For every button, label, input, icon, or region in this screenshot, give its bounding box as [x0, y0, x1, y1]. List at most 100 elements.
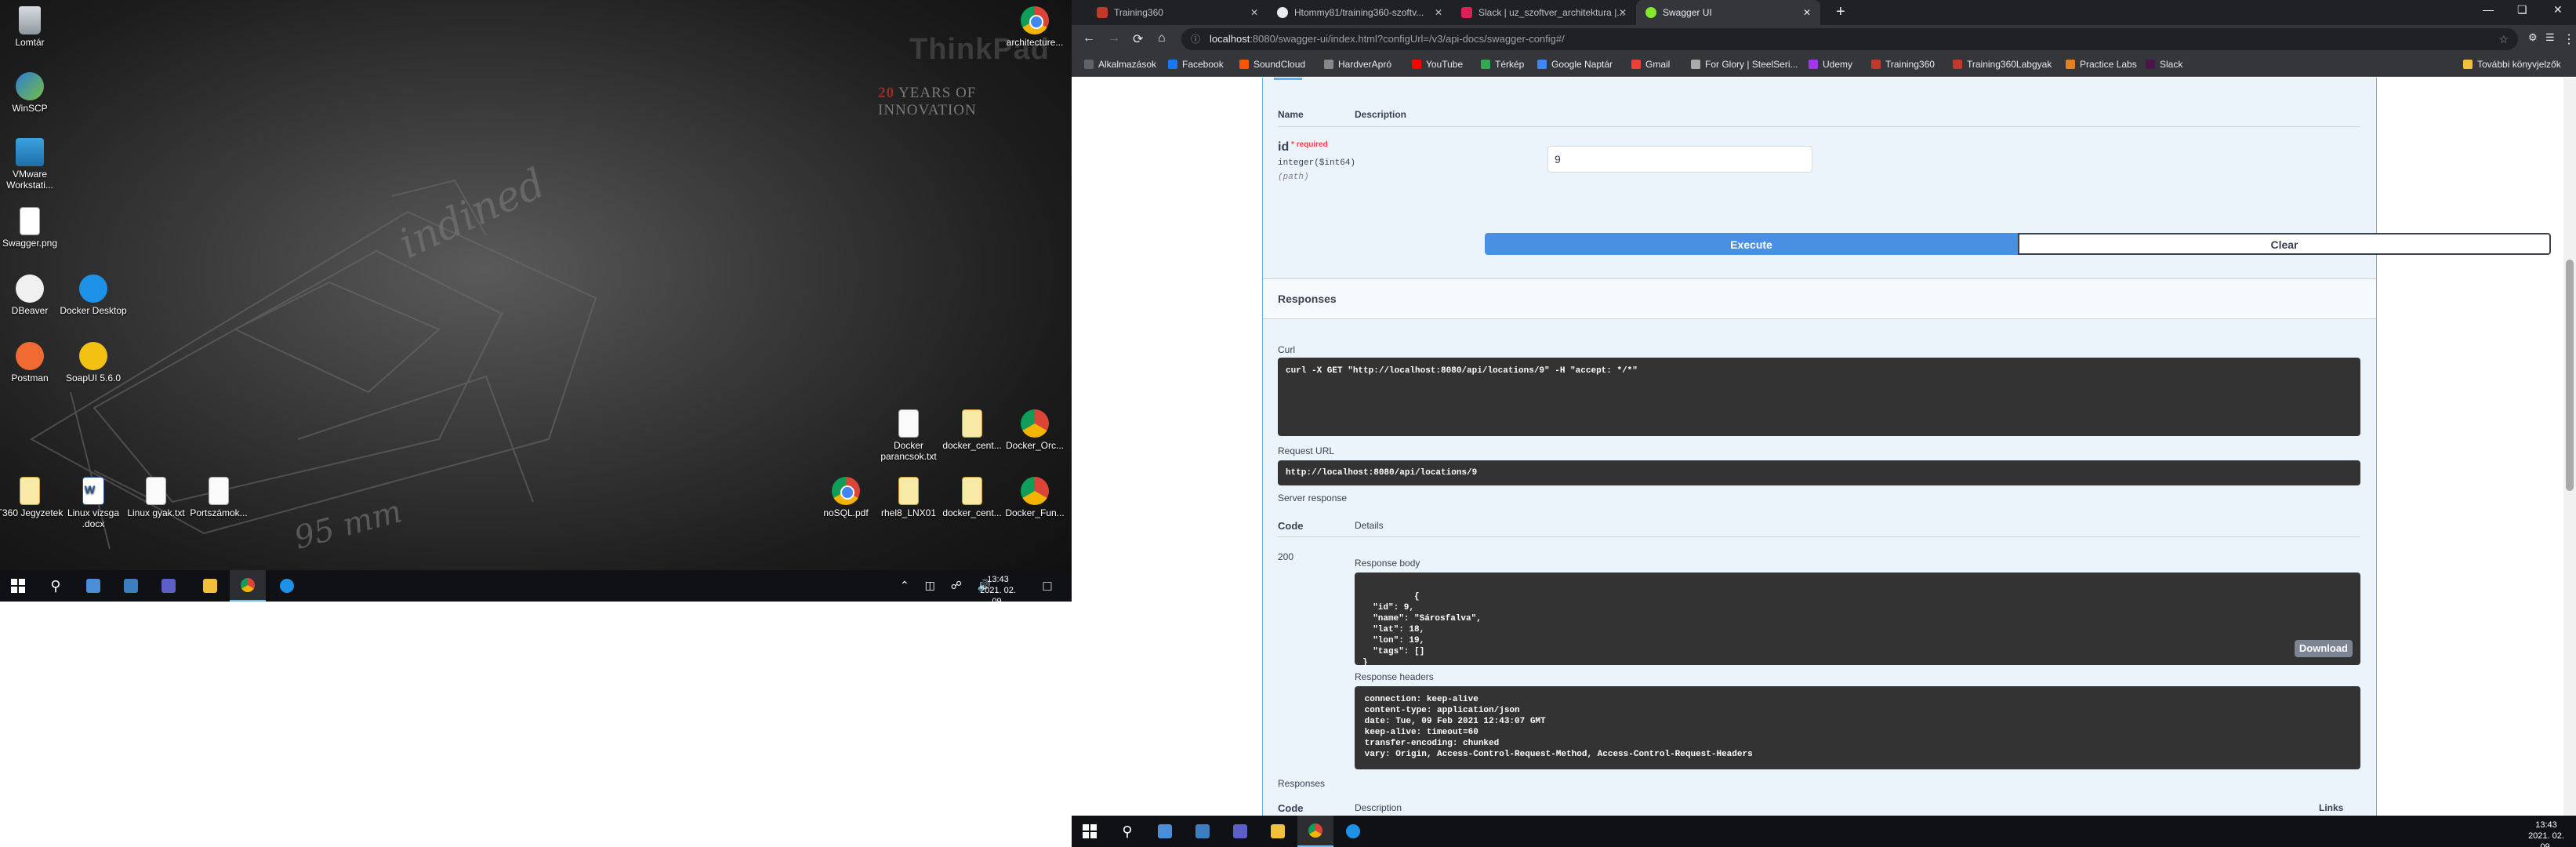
desktop-icon-docker-cent-2[interactable]: docker_cent... — [937, 477, 1007, 518]
left-desktop: indined 95 mm ThinkPad 20 YEARS OF INNOV… — [0, 0, 1072, 602]
tab-slack[interactable]: Slack | uz_szoftver_architektura |... ✕ — [1452, 0, 1636, 25]
practice-labs-icon — [2066, 60, 2075, 69]
search-button[interactable]: ⚲ — [38, 570, 74, 602]
taskbar-docker[interactable] — [1335, 816, 1371, 847]
desktop-icon-winscp[interactable]: WinSCP — [0, 72, 65, 114]
forward-button[interactable]: → — [1108, 31, 1120, 45]
desktop-icon-nosql[interactable]: noSQL.pdf — [811, 477, 881, 518]
docker-icon — [1346, 824, 1360, 838]
taskbar-docker[interactable] — [269, 570, 305, 602]
taskbar-teams[interactable] — [1222, 816, 1258, 847]
desktop-icon-docker-orc[interactable]: Docker_Orc... — [1000, 409, 1070, 451]
desktop-icon-architecture[interactable]: architecture... — [1000, 6, 1070, 48]
bookmark-item[interactable]: SoundCloud — [1239, 59, 1305, 70]
bookmark-item[interactable]: For Glory | SteelSeri... — [1691, 59, 1798, 70]
taskbar-app-2[interactable] — [1185, 816, 1221, 847]
desktop-icon-linux-gyak[interactable]: Linux gyak.txt — [121, 477, 191, 518]
clear-button[interactable]: Clear — [2018, 233, 2551, 255]
address-bar[interactable]: ⓘ localhost:8080/swagger-ui/index.html?c… — [1181, 28, 2518, 50]
postman-icon — [16, 342, 44, 370]
search-icon: ⚲ — [50, 577, 61, 594]
notes-file-icon — [898, 477, 919, 505]
bookmark-star-icon[interactable]: ☆ — [2498, 28, 2509, 50]
taskbar-explorer[interactable] — [192, 570, 228, 602]
info-icon[interactable]: ⓘ — [1191, 28, 1200, 50]
desktop-icon-dbeaver[interactable]: DBeaver — [0, 274, 65, 316]
bookmark-item[interactable]: Training360 — [1871, 59, 1935, 70]
extensions-icon[interactable]: ⚙ — [2528, 31, 2538, 44]
close-icon[interactable]: ✕ — [1250, 7, 1258, 18]
response-headers[interactable]: connection: keep-alive content-type: app… — [1355, 686, 2360, 769]
browser-toolbar: ← → ⟳ ⌂ ⓘ localhost:8080/swagger-ui/inde… — [1072, 25, 2576, 53]
new-tab-button[interactable]: + — [1836, 3, 1845, 21]
scrollbar-thumb[interactable] — [2566, 260, 2574, 491]
taskbar-teams[interactable] — [151, 570, 187, 602]
tab-swagger[interactable]: Swagger UI ✕ — [1636, 0, 1820, 25]
desktop-icon-recycle-bin[interactable]: Lomtár — [0, 6, 65, 48]
response-body[interactable]: { "id": 9, "name": "Sárosfalva", "lat": … — [1355, 573, 2360, 667]
bookmark-item[interactable]: HardverApró — [1324, 59, 1391, 70]
desktop-icon-docker-parancsok[interactable]: Docker parancsok.txt — [873, 409, 944, 462]
params-header-description: Description — [1355, 109, 1407, 120]
desktop-icon-rhel8[interactable]: rhel8_LNX01 — [873, 477, 944, 518]
tab-training360[interactable]: Training360 ✕ — [1087, 0, 1268, 25]
bookmark-item[interactable]: Facebook — [1168, 59, 1224, 70]
reload-button[interactable]: ⟳ — [1133, 31, 1143, 47]
bookmark-item[interactable]: Térkép — [1481, 59, 1524, 70]
desktop-icon-t360-notes[interactable]: T360 Jegyzetek — [0, 477, 65, 518]
minimize-button[interactable]: — — [2483, 3, 2494, 16]
description-header-2: Description — [1355, 802, 1402, 813]
desktop-icon-portszamok[interactable]: Portszámok... — [183, 477, 254, 518]
desktop-icon-swagger-png[interactable]: Swagger.png — [0, 207, 65, 249]
bookmark-item[interactable]: Gmail — [1631, 59, 1670, 70]
tab-github[interactable]: Htommy81/training360-szoftv... ✕ — [1268, 0, 1452, 25]
curl-code[interactable]: curl -X GET "http://localhost:8080/api/l… — [1278, 358, 2360, 436]
download-button[interactable]: Download — [2294, 640, 2353, 657]
taskbar-clock[interactable]: 13:43 2021. 02. 09. — [974, 574, 1021, 602]
hardverapro-icon — [1324, 60, 1333, 69]
taskbar-explorer[interactable] — [1260, 816, 1296, 847]
windows-icon — [1083, 824, 1097, 838]
taskbar-chrome[interactable] — [230, 570, 266, 602]
taskbar-app-1[interactable] — [75, 570, 111, 602]
bookmark-item[interactable]: Practice Labs — [2066, 59, 2137, 70]
close-icon[interactable]: ✕ — [1619, 7, 1627, 18]
close-icon[interactable]: ✕ — [1803, 7, 1811, 18]
taskbar-app-1[interactable] — [1147, 816, 1183, 847]
bookmark-item[interactable]: YouTube — [1412, 59, 1463, 70]
page-scrollbar[interactable] — [2563, 78, 2576, 816]
links-header: Links — [2319, 802, 2344, 813]
taskbar-chrome[interactable] — [1297, 816, 1333, 847]
desktop-icon-vmware[interactable]: VMware Workstati... — [0, 138, 65, 191]
other-bookmarks[interactable]: További könyvjelzők — [2463, 59, 2561, 70]
desktop-icon-postman[interactable]: Postman — [0, 342, 65, 384]
close-icon[interactable]: ✕ — [1435, 7, 1442, 18]
reading-list-icon[interactable]: ☰ — [2545, 31, 2555, 44]
details-header: Details — [1355, 520, 1384, 531]
maximize-button[interactable]: ❏ — [2517, 3, 2527, 16]
bookmark-item[interactable]: Alkalmazások — [1084, 59, 1156, 70]
taskbar-app-2[interactable] — [113, 570, 149, 602]
desktop-icon-soapui[interactable]: SoapUI 5.6.0 — [58, 342, 129, 384]
menu-icon[interactable]: ⋮ — [2563, 31, 2575, 47]
bookmark-item[interactable]: Slack — [2146, 59, 2182, 70]
folder-icon — [1271, 824, 1285, 838]
home-button[interactable]: ⌂ — [1158, 31, 1166, 45]
start-button[interactable] — [1072, 816, 1108, 847]
desktop-icon-docker-cent-1[interactable]: docker_cent... — [937, 409, 1007, 451]
bookmark-item[interactable]: Training360Labgyak — [1953, 59, 2052, 70]
bookmark-item[interactable]: Google Naptár — [1537, 59, 1613, 70]
window-close-button[interactable]: ✕ — [2553, 3, 2563, 16]
bookmark-item[interactable]: Udemy — [1809, 59, 1852, 70]
desktop-icon-linux-vizsga[interactable]: Linux vizsga .docx — [58, 477, 129, 529]
taskbar-clock[interactable]: 13:43 2021. 02. 09. — [2522, 820, 2571, 847]
id-input[interactable]: 9 — [1547, 146, 1812, 173]
desktop-icon-docker[interactable]: Docker Desktop — [58, 274, 129, 316]
desktop-icon-docker-fun[interactable]: Docker_Fun... — [1000, 477, 1070, 518]
execute-button[interactable]: Execute — [1485, 233, 2018, 255]
back-button[interactable]: ← — [1083, 31, 1095, 45]
search-button[interactable]: ⚲ — [1109, 816, 1145, 847]
start-button[interactable] — [0, 570, 36, 602]
request-url[interactable]: http://localhost:8080/api/locations/9 — [1278, 460, 2360, 485]
notification-button[interactable]: □ — [1029, 570, 1065, 602]
